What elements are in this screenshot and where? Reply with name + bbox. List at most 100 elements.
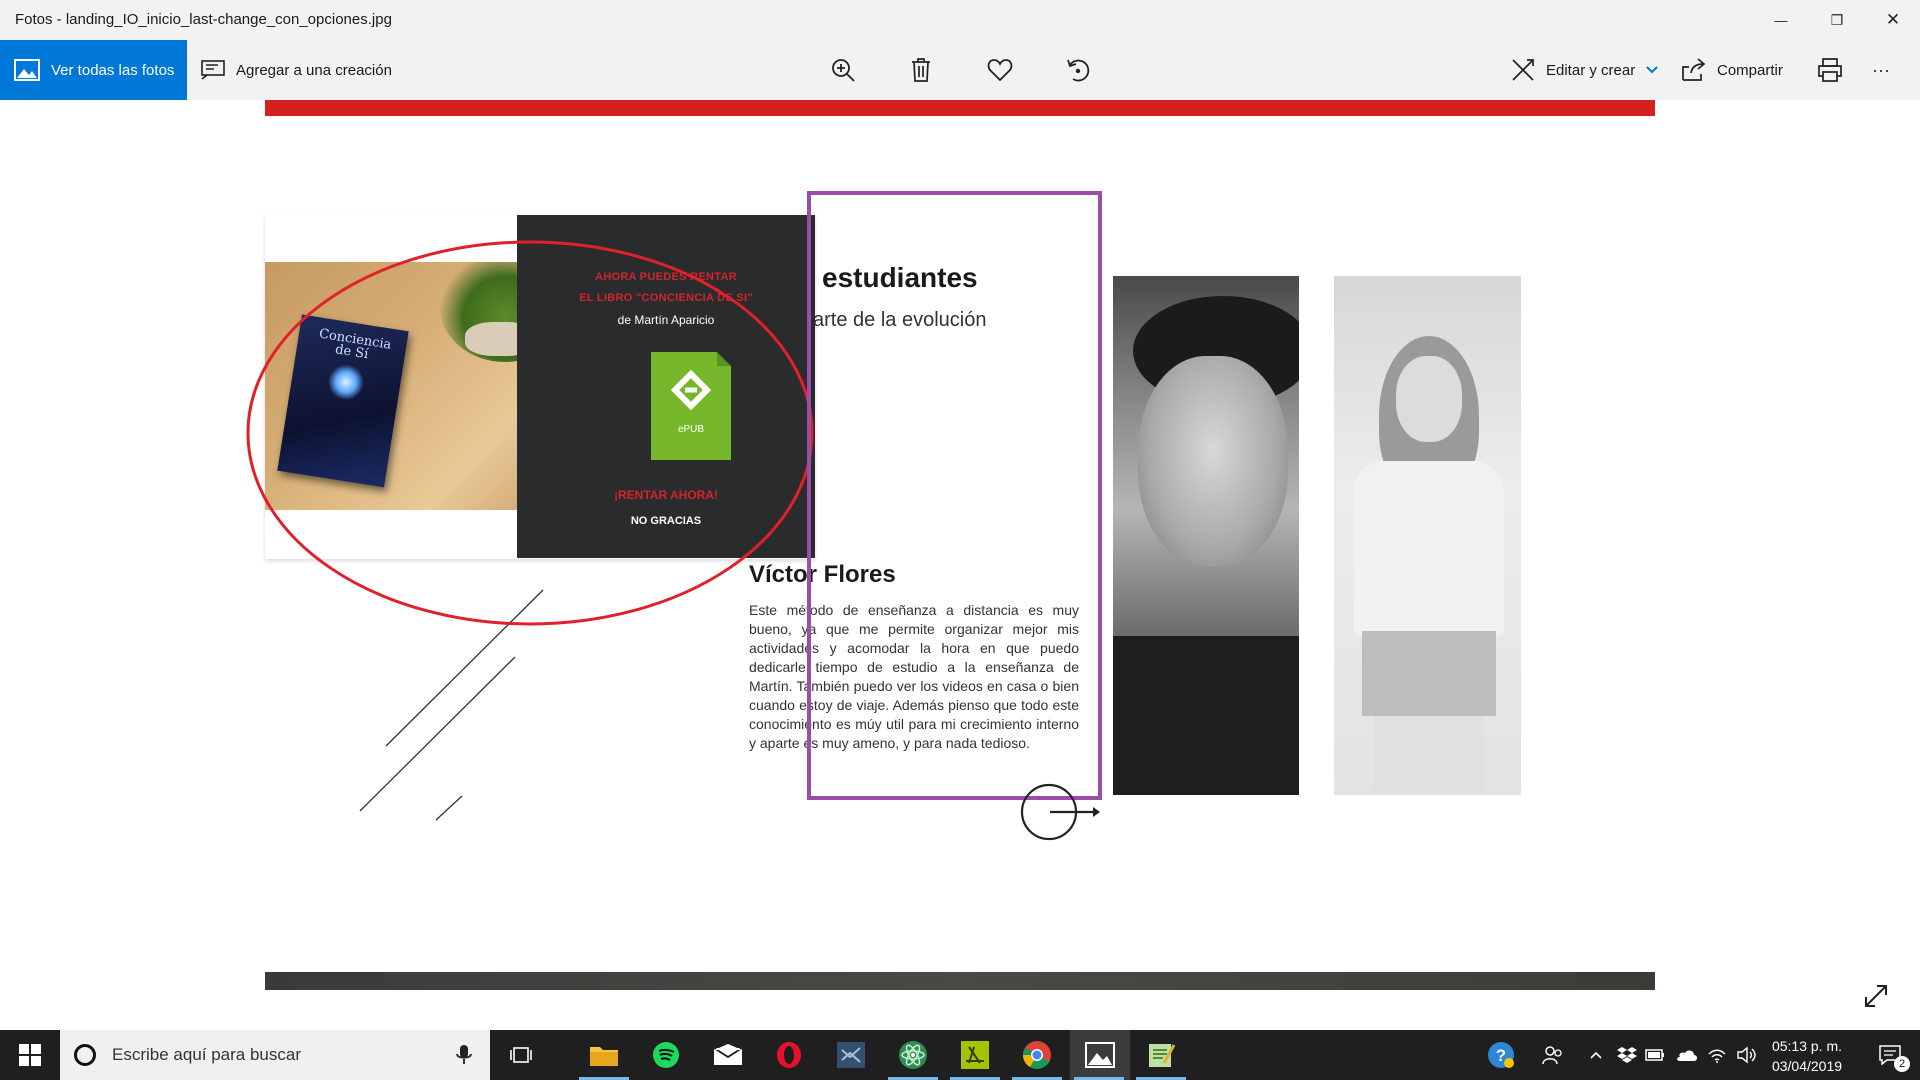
taskbar-atom[interactable]	[884, 1030, 942, 1080]
epub-file-icon: ePUB	[651, 352, 731, 460]
spotify-icon	[653, 1042, 679, 1068]
minimize-button[interactable]: —	[1753, 0, 1809, 40]
taskbar-mail[interactable]	[699, 1030, 757, 1080]
heart-icon	[987, 59, 1013, 82]
add-to-creation-button[interactable]: Agregar a una creación	[200, 40, 392, 100]
displayed-image: Conciencia de Sí AHORA PUEDES RENTAR EL …	[265, 100, 1655, 990]
testimonial-name: Víctor Flores	[749, 561, 896, 588]
cortana-icon	[74, 1044, 96, 1066]
zoom-in-icon	[832, 59, 855, 82]
epub-logo-icon	[670, 369, 712, 411]
clock-time: 05:13 p. m.	[1771, 1038, 1843, 1054]
people-icon	[1542, 1046, 1562, 1065]
wifi-icon	[1708, 1049, 1726, 1063]
tray-onedrive[interactable]	[1672, 1030, 1700, 1080]
notification-badge: 2	[1894, 1056, 1910, 1072]
windows-icon	[19, 1044, 41, 1066]
photo-viewer[interactable]: Conciencia de Sí AHORA PUEDES RENTAR EL …	[0, 100, 1920, 1030]
action-center-button[interactable]: 2	[1866, 1030, 1914, 1080]
add-to-creation-label: Agregar a una creación	[236, 61, 392, 79]
zoom-in-button[interactable]	[825, 52, 861, 88]
book-title: Conciencia de Sí	[318, 326, 393, 363]
image-top-red-bar	[265, 100, 1655, 116]
chevron-down-icon	[1646, 66, 1658, 74]
book-cover: Conciencia de Sí	[277, 314, 409, 488]
file-explorer-icon	[590, 1047, 618, 1066]
popup-line-1: AHORA PUEDES RENTAR	[595, 271, 737, 283]
photos-icon	[14, 59, 40, 81]
task-view-button[interactable]	[492, 1030, 550, 1080]
add-to-creation-icon	[201, 60, 225, 80]
fullscreen-button[interactable]	[1858, 978, 1894, 1014]
taskbar-filezilla[interactable]	[946, 1030, 1004, 1080]
popup-line-2: EL LIBRO "CONCIENCIA DE SI"	[579, 292, 753, 304]
onedrive-icon	[1677, 1050, 1697, 1061]
taskbar-file-explorer[interactable]	[575, 1030, 633, 1080]
taskbar: Escribe aquí para buscar ? 05:13 p. m. 0…	[0, 1030, 1920, 1080]
help-icon: ?	[1488, 1042, 1514, 1068]
edit-create-button[interactable]: Editar y crear	[1510, 40, 1669, 100]
start-button[interactable]	[0, 1030, 60, 1080]
favorite-button[interactable]	[982, 52, 1018, 88]
dropbox-icon	[1617, 1047, 1637, 1063]
rent-now-cta: ¡RENTAR AHORA!	[614, 488, 718, 502]
taskbar-clock[interactable]: 05:13 p. m. 03/04/2019	[1762, 1036, 1852, 1076]
no-thanks-cta: NO GRACIAS	[630, 515, 702, 527]
close-button[interactable]: ✕	[1865, 0, 1920, 40]
share-button[interactable]: Compartir	[1681, 40, 1783, 100]
tray-help[interactable]: ?	[1483, 1030, 1519, 1080]
section-heading: estudiantes	[822, 262, 978, 293]
volume-icon	[1737, 1046, 1756, 1064]
section-subheading: arte de la evolución	[813, 309, 987, 331]
filezilla-icon	[961, 1041, 989, 1069]
testimonial-photo-woman	[1334, 276, 1521, 795]
restore-button[interactable]: ❐	[1809, 0, 1865, 40]
chrome-icon	[1023, 1041, 1051, 1069]
task-view-icon	[510, 1047, 532, 1063]
share-label: Compartir	[1717, 61, 1783, 79]
taskbar-search[interactable]: Escribe aquí para buscar	[60, 1030, 490, 1080]
taskbar-spotify[interactable]	[637, 1030, 695, 1080]
expand-icon	[1865, 985, 1887, 1007]
trash-icon	[912, 58, 930, 82]
taskbar-visual-studio[interactable]	[822, 1030, 880, 1080]
tray-overflow[interactable]	[1584, 1030, 1608, 1080]
edit-create-icon	[1512, 59, 1534, 81]
tray-wifi[interactable]	[1704, 1030, 1730, 1080]
rotate-button[interactable]	[1060, 52, 1096, 88]
microphone-icon[interactable]	[456, 1044, 472, 1066]
epub-label: ePUB	[677, 424, 705, 435]
popup-author: de Martín Aparicio	[617, 313, 715, 327]
command-bar: Ver todas las fotos Agregar a una creaci…	[0, 40, 1920, 100]
taskbar-chrome[interactable]	[1008, 1030, 1066, 1080]
clock-date: 03/04/2019	[1771, 1058, 1843, 1074]
testimonial-photo-man	[1113, 276, 1299, 795]
taskbar-opera[interactable]	[760, 1030, 818, 1080]
search-placeholder: Escribe aquí para buscar	[112, 1045, 301, 1064]
print-button[interactable]	[1812, 52, 1848, 88]
print-icon	[1818, 58, 1842, 82]
atom-icon	[899, 1041, 927, 1069]
tray-volume[interactable]	[1733, 1030, 1759, 1080]
title-bar: Fotos - landing_IO_inicio_last-change_co…	[0, 0, 1920, 40]
notepad-icon	[1149, 1044, 1175, 1067]
chevron-up-icon	[1590, 1051, 1602, 1059]
visual-studio-icon	[837, 1042, 865, 1068]
taskbar-photos[interactable]	[1070, 1030, 1130, 1080]
tray-people[interactable]	[1535, 1030, 1571, 1080]
tray-battery[interactable]	[1642, 1030, 1668, 1080]
image-bottom-bar	[265, 972, 1655, 990]
tray-dropbox[interactable]	[1614, 1030, 1640, 1080]
delete-button[interactable]	[903, 52, 939, 88]
share-icon	[1682, 58, 1706, 81]
testimonial-text: Este método de enseñanza a distancia es …	[749, 602, 1079, 751]
taskbar-notepad[interactable]	[1132, 1030, 1190, 1080]
more-button[interactable]: ···	[1863, 52, 1899, 88]
see-all-photos-button[interactable]: Ver todas las fotos	[0, 40, 187, 100]
battery-icon	[1645, 1049, 1664, 1061]
more-icon: ···	[1872, 59, 1890, 80]
rent-popup: AHORA PUEDES RENTAR EL LIBRO "CONCIENCIA…	[517, 215, 815, 558]
mail-icon	[713, 1044, 743, 1065]
rotate-icon	[1067, 59, 1090, 82]
book-glow	[325, 361, 367, 403]
